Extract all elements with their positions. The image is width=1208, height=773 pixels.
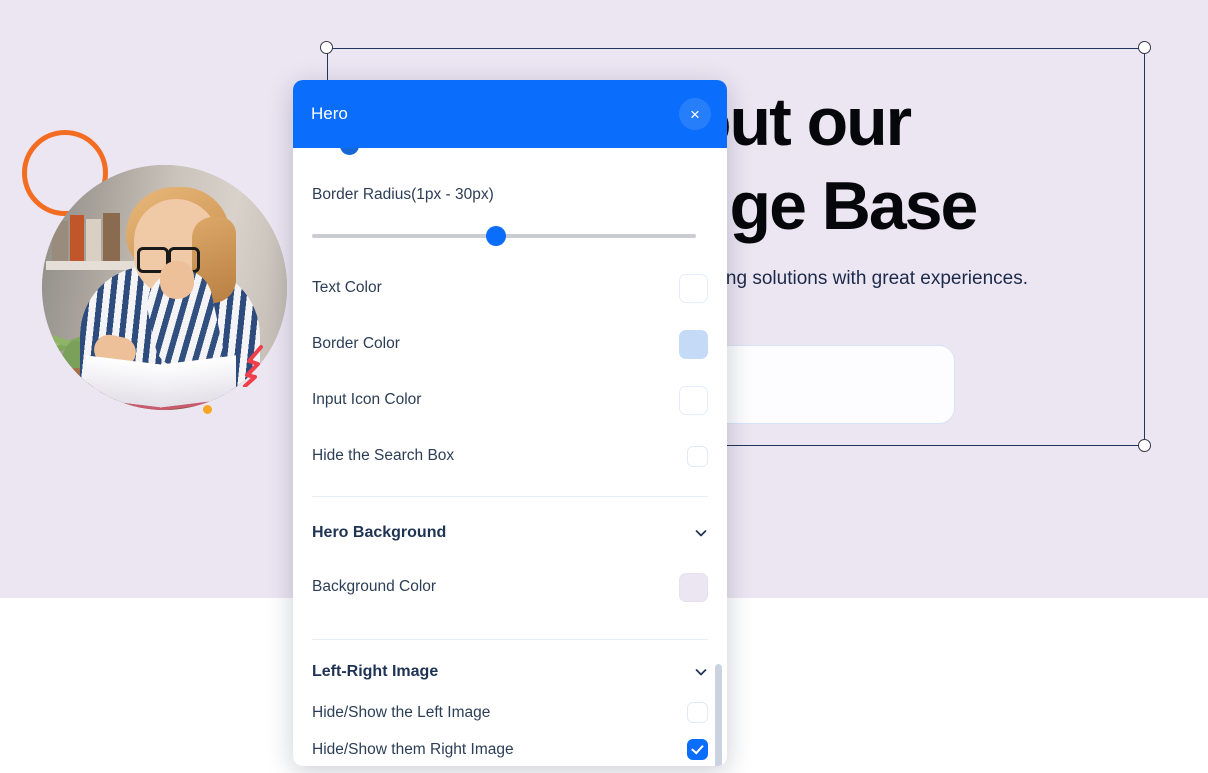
option-row-hide-right-image[interactable]: Hide/Show them Right Image [312, 731, 708, 766]
selection-handle-top-right[interactable] [1138, 41, 1151, 54]
modal-scrollbar-thumb[interactable] [715, 664, 722, 766]
hide-right-image-checkbox[interactable] [687, 739, 708, 760]
left-right-image-title: Left-Right Image [312, 663, 439, 680]
option-row-input-icon-color[interactable]: Input Icon Color [312, 372, 708, 428]
close-icon[interactable]: × [679, 98, 711, 130]
modal-title: Hero [311, 104, 348, 123]
text-color-label: Text Color [312, 279, 382, 296]
hero-subtitle: anding solutions with great experiences. [690, 268, 1028, 289]
modal-body: Border Radius(1px - 30px) Text Color Bor… [293, 148, 727, 766]
border-radius-slider[interactable] [312, 222, 708, 260]
border-color-label: Border Color [312, 335, 400, 352]
hide-right-image-label: Hide/Show them Right Image [312, 740, 514, 758]
border-color-swatch[interactable] [679, 329, 708, 359]
option-row-text-color[interactable]: Text Color [312, 260, 708, 316]
section-hero-background[interactable]: Hero Background [312, 507, 708, 559]
modal-scrollbar[interactable] [715, 308, 722, 766]
input-icon-color-label: Input Icon Color [312, 391, 422, 408]
previous-slider-thumb[interactable] [340, 148, 359, 155]
hide-left-image-checkbox[interactable] [687, 702, 708, 723]
chevron-down-icon-2[interactable] [694, 665, 708, 679]
hero-background-title: Hero Background [312, 524, 447, 541]
option-row-hide-search-box[interactable]: Hide the Search Box [312, 428, 708, 484]
background-color-swatch[interactable] [679, 572, 708, 602]
text-color-swatch[interactable] [679, 273, 708, 303]
border-radius-label: Border Radius(1px - 30px) [312, 186, 494, 203]
red-zigzag-decoration [227, 345, 267, 388]
hero-heading-line2: dge Base [690, 168, 978, 244]
hide-left-image-label: Hide/Show the Left Image [312, 703, 491, 721]
orange-dot-decoration [203, 405, 212, 414]
background-color-label: Background Color [312, 578, 437, 595]
option-row-background-color[interactable]: Background Color [312, 559, 708, 615]
hero-heading: out our dge Base [690, 80, 1208, 248]
divider-2 [312, 639, 708, 640]
border-radius-slider-thumb[interactable] [486, 226, 507, 246]
hide-search-box-checkbox[interactable] [687, 445, 708, 467]
section-left-right-image[interactable]: Left-Right Image [312, 650, 708, 694]
hero-left-image[interactable] [22, 130, 287, 420]
selection-handle-top-left[interactable] [320, 41, 333, 54]
option-row-hide-left-image[interactable]: Hide/Show the Left Image [312, 694, 708, 731]
input-icon-color-swatch[interactable] [679, 385, 708, 415]
divider-1 [312, 496, 708, 497]
hide-search-box-label: Hide the Search Box [312, 447, 455, 464]
hero-settings-modal: Hero × Border Radius(1px - 30px) Text Co… [293, 80, 727, 766]
selection-handle-bottom-right[interactable] [1138, 439, 1151, 452]
chevron-down-icon[interactable] [694, 526, 708, 540]
modal-header: Hero × [293, 80, 727, 148]
previous-slider-partial[interactable] [312, 148, 708, 170]
hero-heading-line1: out our [690, 84, 912, 160]
screen-root: out our dge Base anding solutions with g… [0, 0, 1208, 773]
option-row-border-color[interactable]: Border Color [312, 316, 708, 372]
